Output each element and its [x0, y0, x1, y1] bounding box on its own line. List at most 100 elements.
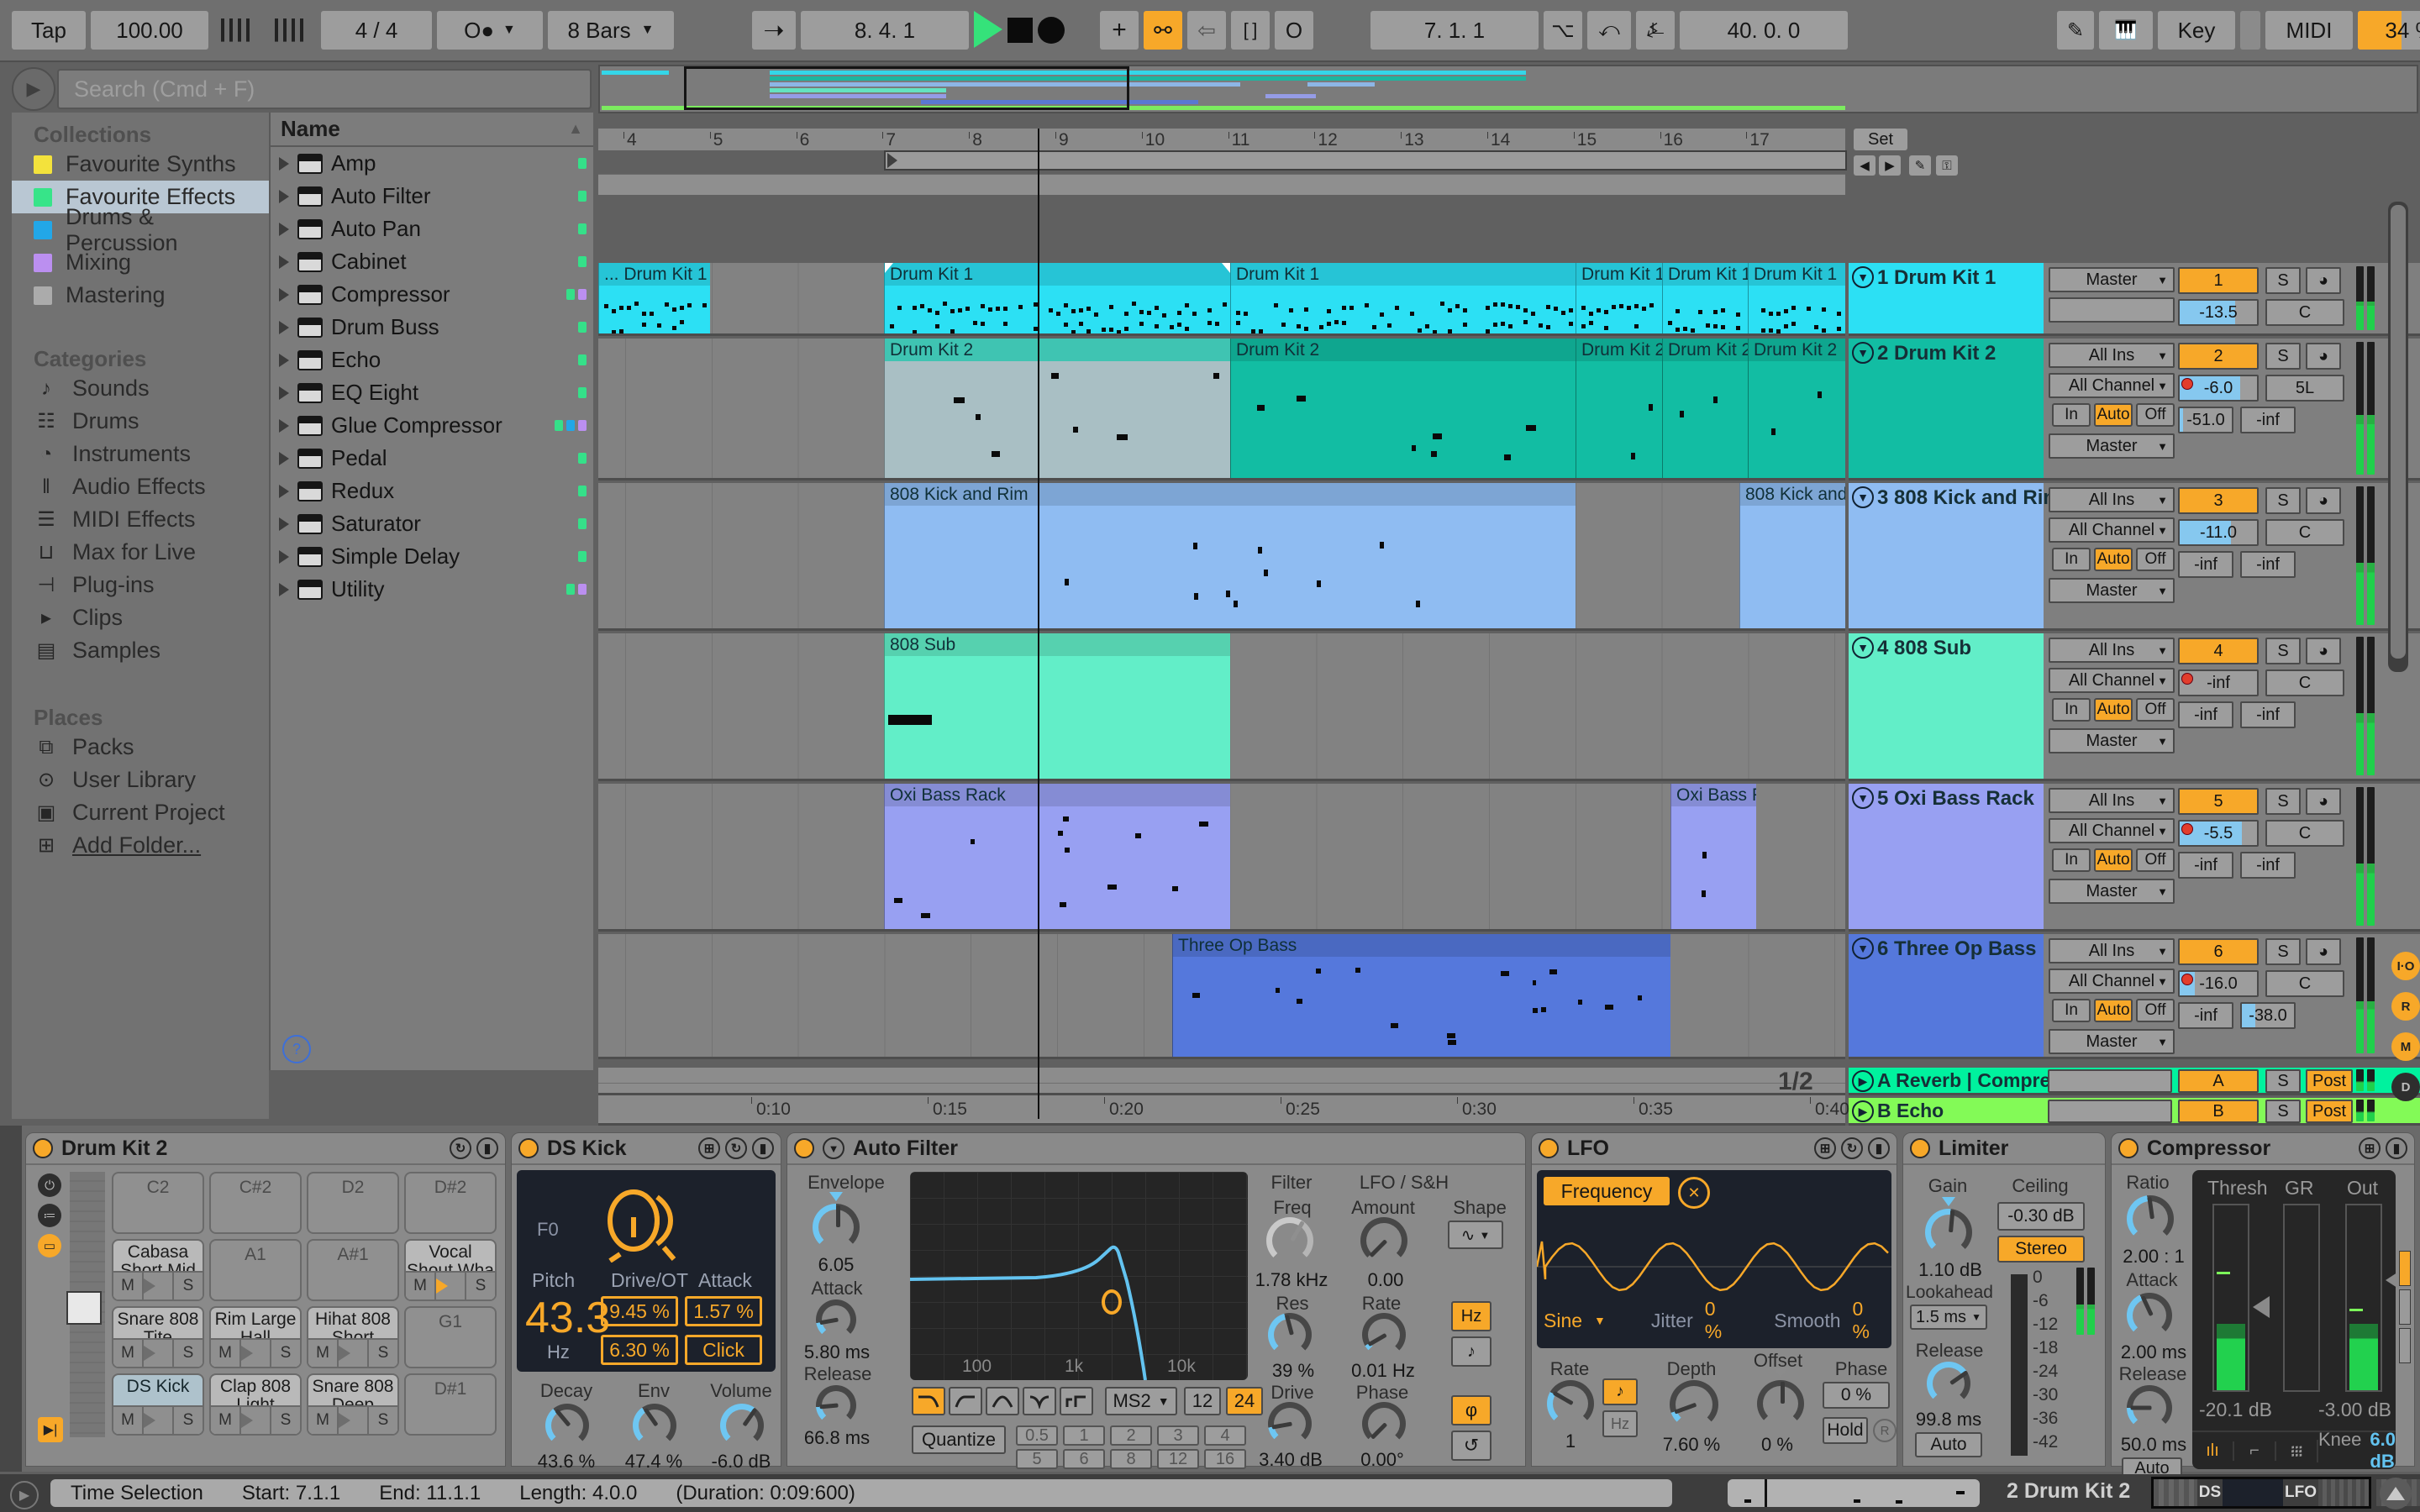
clip[interactable]: 808 Kick and	[1739, 483, 1845, 628]
sidebar-item-add-folder-[interactable]: ⊞ Add Folder...	[12, 829, 269, 862]
solo-button[interactable]: S	[2265, 343, 2301, 370]
disclosure-triangle-icon[interactable]	[279, 517, 289, 531]
sidebar-item-favourite-synths[interactable]: Favourite Synths	[12, 148, 269, 181]
filter-display[interactable]: 100 1k 10k	[910, 1172, 1248, 1380]
send-b-field[interactable]: -inf	[2240, 852, 2296, 879]
stop-button[interactable]	[1007, 18, 1033, 43]
disclosure-triangle-icon[interactable]	[279, 386, 289, 400]
pad-mute-button[interactable]: M	[113, 1407, 144, 1434]
fold-track-icon[interactable]: ▼	[1852, 787, 1874, 809]
ds-volume-value[interactable]: -6.0 dB	[695, 1451, 787, 1473]
clip-mini-overview[interactable]	[1728, 1479, 1980, 1507]
fold-track-icon[interactable]: ▼	[1852, 637, 1874, 659]
clip[interactable]: Three Op Bass	[1172, 934, 1670, 1057]
browser-item-drum-buss[interactable]: Drum Buss	[271, 311, 593, 344]
device-title[interactable]: Drum Kit 2	[61, 1137, 167, 1161]
arm-button[interactable]: ◕	[2306, 938, 2341, 965]
pre-post-toggle[interactable]: Post	[2306, 1069, 2353, 1093]
sidebar-item-mastering[interactable]: Mastering	[12, 279, 269, 312]
rate-sync-button[interactable]: ♪	[1451, 1336, 1491, 1367]
pad-solo-button[interactable]: S	[369, 1340, 397, 1367]
offset-knob[interactable]	[1757, 1380, 1804, 1427]
drum-pad-clap-808-light[interactable]: Clap 808 Light M S	[209, 1373, 302, 1436]
punch-circle-button[interactable]: O	[1275, 11, 1313, 50]
disclosure-triangle-icon[interactable]	[279, 287, 289, 302]
release-value[interactable]: 66.8 ms	[791, 1427, 883, 1449]
hot-swap-icon[interactable]: ⊞	[698, 1137, 720, 1159]
track-activator[interactable]: 2	[2178, 343, 2259, 370]
sidebar-item-instruments[interactable]: ◔ Instruments	[12, 438, 269, 470]
return-header-B[interactable]: ▶ B Echo B S Post	[1849, 1098, 2420, 1126]
clip[interactable]: Drum Kit 1	[1662, 263, 1748, 333]
save-preset-icon[interactable]: ▮	[752, 1137, 774, 1159]
sidebar-item-packs[interactable]: ⧉ Packs	[12, 731, 269, 764]
solo-button[interactable]: S	[2265, 267, 2301, 294]
output-chooser[interactable]: Master ▼	[2049, 267, 2175, 292]
lfo-wave-chooser[interactable]: Sine	[1544, 1310, 1582, 1332]
track-header-3[interactable]: ▼ 3 808 Kick and Rim All Ins ▼ All Channel ▼ I…	[1849, 483, 2420, 631]
send-a-field[interactable]: -51.0	[2178, 407, 2233, 433]
pad-mute-button[interactable]: M	[308, 1407, 339, 1434]
punch-out-icon[interactable]: ⍼	[1636, 11, 1675, 50]
disclosure-triangle-icon[interactable]	[279, 418, 289, 433]
filter-type-highpass-button[interactable]	[949, 1387, 982, 1415]
send-a-field[interactable]: -inf	[2178, 551, 2233, 578]
ceiling-field[interactable]: -0.30 dB	[1997, 1202, 2085, 1231]
overview-view-rectangle[interactable]	[684, 66, 1129, 110]
slope-24-button[interactable]: 24	[1226, 1387, 1263, 1415]
device-on-toggle[interactable]	[33, 1138, 53, 1158]
browser-item-saturator[interactable]: Saturator	[271, 507, 593, 540]
set-locator-button[interactable]: Set	[1854, 129, 1907, 150]
disclosure-triangle-icon[interactable]	[279, 549, 289, 564]
nudge-down-button[interactable]	[213, 11, 262, 50]
release-knob[interactable]	[1927, 1362, 1970, 1405]
quantize-menu[interactable]: 8 Bars ▼	[548, 11, 674, 50]
clip[interactable]: 808 Sub	[884, 633, 1230, 779]
volume-field[interactable]: -13.5	[2178, 299, 2259, 326]
play-button[interactable]	[974, 11, 1002, 48]
device-on-toggle[interactable]	[794, 1138, 814, 1158]
solo-button[interactable]: S	[2265, 487, 2301, 514]
smooth-value[interactable]: 0 %	[1853, 1298, 1885, 1343]
drum-pad-d-1[interactable]: D#1	[404, 1373, 497, 1436]
pad-mute-button[interactable]: M	[113, 1340, 144, 1367]
device-title[interactable]: Limiter	[1939, 1137, 2008, 1161]
solo-button[interactable]: S	[2265, 788, 2301, 815]
computer-midi-keyboard-icon[interactable]: 🎹	[2099, 11, 2153, 50]
record-button[interactable]	[1038, 17, 1065, 44]
track-activator[interactable]: 3	[2178, 487, 2259, 514]
pad-play-button[interactable]	[144, 1273, 174, 1299]
drum-pad-cabasa-short-mid[interactable]: Cabasa Short Mid M S	[112, 1239, 204, 1301]
res-knob[interactable]	[1268, 1313, 1312, 1357]
pad-solo-button[interactable]: S	[466, 1273, 495, 1299]
drum-pad-snare-808-tite[interactable]: Snare 808 Tite M S	[112, 1306, 204, 1368]
fold-track-icon[interactable]: ▼	[1852, 486, 1874, 508]
filter-type-lowpass-button[interactable]	[912, 1387, 945, 1415]
pad-overview-selector[interactable]	[66, 1291, 102, 1325]
preview-icon[interactable]: ▶|	[38, 1417, 63, 1442]
device-title[interactable]: DS Kick	[547, 1137, 626, 1161]
quantize-6-button[interactable]: 6	[1063, 1449, 1105, 1469]
quantize-16-button[interactable]: 16	[1204, 1449, 1246, 1469]
next-locator-icon[interactable]: ▶	[1879, 155, 1901, 176]
lfo-amount-knob[interactable]	[1360, 1217, 1407, 1264]
monitor-in-button[interactable]: In	[2052, 848, 2091, 872]
sidebar-item-audio-effects[interactable]: ‖ Audio Effects	[12, 470, 269, 503]
pad-solo-button[interactable]: S	[271, 1340, 300, 1367]
unmap-icon[interactable]: ✕	[1678, 1177, 1710, 1209]
lfo-shape-chooser[interactable]: ∿ ▼	[1448, 1221, 1503, 1249]
rate-value[interactable]: 0.01 Hz	[1337, 1360, 1429, 1382]
browser-item-auto-filter[interactable]: Auto Filter	[271, 180, 593, 213]
pad-play-button[interactable]	[241, 1340, 271, 1367]
lfo-rate-knob[interactable]	[1547, 1380, 1594, 1427]
depth-knob[interactable]	[1670, 1380, 1718, 1429]
drive-amount-field[interactable]: 9.45 %	[601, 1296, 678, 1326]
hot-swap-icon[interactable]: ⊞	[2359, 1137, 2381, 1159]
browser-item-utility[interactable]: Utility	[271, 573, 593, 606]
drum-pad-c-2[interactable]: C#2	[209, 1172, 302, 1234]
hold-button[interactable]: Hold	[1823, 1417, 1868, 1444]
side-view-toggle[interactable]	[2399, 1289, 2411, 1325]
drum-rack-list-view-icon[interactable]: ≔	[38, 1204, 61, 1227]
send-a-field[interactable]: -inf	[2178, 701, 2233, 728]
clip[interactable]: Oxi Bass R	[1670, 784, 1756, 929]
